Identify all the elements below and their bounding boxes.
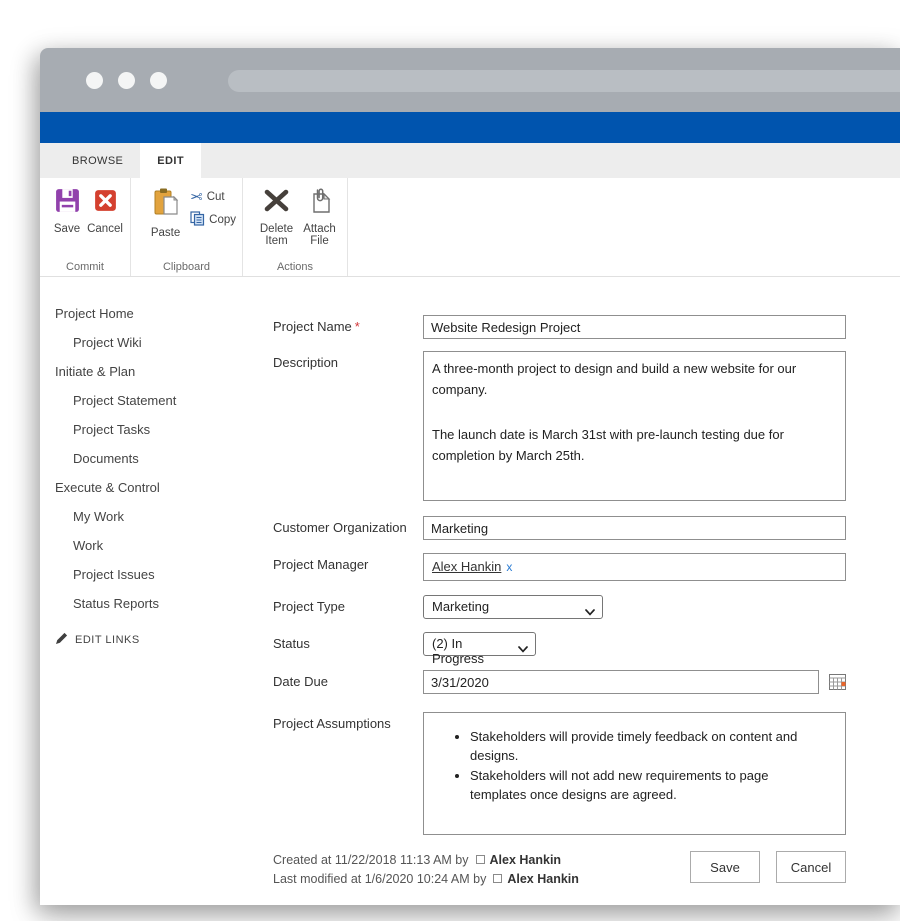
tab-browse[interactable]: BROWSE xyxy=(55,143,140,178)
sidebar-item-project-issues[interactable]: Project Issues xyxy=(55,560,273,589)
presence-icon xyxy=(493,874,502,883)
ribbon-tabstrip: BROWSE EDIT xyxy=(40,143,900,178)
suite-bar xyxy=(40,112,900,143)
project-manager-label: Project Manager xyxy=(273,553,423,572)
paperclip-file-icon xyxy=(307,187,333,219)
description-paragraph: The launch date is March 31st with pre-l… xyxy=(432,424,833,466)
form-cancel-button[interactable]: Cancel xyxy=(776,851,846,883)
cancel-button-label: Cancel xyxy=(87,223,123,235)
form-save-button[interactable]: Save xyxy=(690,851,760,883)
copy-button[interactable]: Copy xyxy=(190,211,236,228)
date-due-input[interactable] xyxy=(423,670,819,694)
customer-organization-label: Customer Organization xyxy=(273,516,423,535)
delete-item-button[interactable]: Delete Item xyxy=(255,183,298,247)
save-floppy-icon xyxy=(54,187,81,219)
chevron-down-icon xyxy=(585,604,595,619)
browser-chrome xyxy=(40,48,900,112)
created-by-user[interactable]: Alex Hankin xyxy=(490,853,562,867)
description-paragraph: A three-month project to design and buil… xyxy=(432,358,833,400)
cancel-button[interactable]: Cancel xyxy=(86,183,124,235)
status-value: (2) In Progress xyxy=(432,636,484,666)
edit-form: Project Name* Description A three-month … xyxy=(273,277,846,905)
sidebar-nav: Project Home Project Wiki Initiate & Pla… xyxy=(40,277,273,905)
cancel-x-icon xyxy=(92,187,119,219)
ribbon-group-clipboard: Paste ✂ Cut Copy xyxy=(131,178,243,276)
sidebar-item-project-statement[interactable]: Project Statement xyxy=(55,386,273,415)
chevron-down-icon xyxy=(518,641,528,656)
cut-button-label: Cut xyxy=(207,191,225,203)
customer-organization-input[interactable] xyxy=(423,516,846,540)
group-label-commit: Commit xyxy=(40,261,130,273)
sidebar-item-project-wiki[interactable]: Project Wiki xyxy=(55,328,273,357)
paste-clipboard-icon xyxy=(151,187,181,223)
sidebar-item-initiate-plan[interactable]: Initiate & Plan xyxy=(55,357,273,386)
group-label-clipboard: Clipboard xyxy=(131,261,242,273)
project-name-input[interactable] xyxy=(423,315,846,339)
calendar-icon[interactable] xyxy=(829,674,846,690)
window-dot-icon xyxy=(86,72,103,89)
copy-button-label: Copy xyxy=(209,214,236,226)
project-name-label: Project Name* xyxy=(273,315,423,334)
address-bar[interactable] xyxy=(228,70,900,92)
created-line: Created at 11/22/2018 11:13 AM byAlex Ha… xyxy=(273,851,579,870)
date-due-label: Date Due xyxy=(273,670,423,689)
status-select[interactable]: (2) In Progress xyxy=(423,632,536,656)
edit-links-label: EDIT LINKS xyxy=(75,634,140,646)
browser-window: BROWSE EDIT Save xyxy=(40,48,900,905)
modified-by-user[interactable]: Alex Hankin xyxy=(507,872,579,886)
sidebar-item-work[interactable]: Work xyxy=(55,531,273,560)
ribbon-group-actions: Delete Item Attach File Actions xyxy=(243,178,348,276)
save-button[interactable]: Save xyxy=(48,183,86,235)
window-dot-icon xyxy=(150,72,167,89)
delete-item-label: Delete Item xyxy=(260,223,293,247)
paste-button-label: Paste xyxy=(151,227,180,239)
save-button-label: Save xyxy=(54,223,80,235)
assumption-item: Stakeholders will provide timely feedbac… xyxy=(470,727,817,765)
status-label: Status xyxy=(273,632,423,651)
description-textarea[interactable]: A three-month project to design and buil… xyxy=(423,351,846,501)
description-label: Description xyxy=(273,351,423,370)
window-dot-icon xyxy=(118,72,135,89)
sidebar-item-execute-control[interactable]: Execute & Control xyxy=(55,473,273,502)
ribbon-group-commit: Save Cancel Commit xyxy=(40,178,131,276)
sidebar-item-my-work[interactable]: My Work xyxy=(55,502,273,531)
required-asterisk: * xyxy=(355,319,360,334)
edit-links-button[interactable]: EDIT LINKS xyxy=(55,632,273,648)
attach-file-label: Attach File xyxy=(303,223,336,247)
paste-button[interactable]: Paste xyxy=(145,183,186,239)
item-metadata: Created at 11/22/2018 11:13 AM byAlex Ha… xyxy=(273,851,579,889)
sidebar-item-project-home[interactable]: Project Home xyxy=(55,299,273,328)
presence-icon xyxy=(476,855,485,864)
main-content: Project Home Project Wiki Initiate & Pla… xyxy=(40,277,900,905)
remove-person-button[interactable]: x xyxy=(506,560,512,574)
delete-x-icon xyxy=(261,187,292,219)
project-type-value: Marketing xyxy=(432,599,489,614)
sidebar-item-status-reports[interactable]: Status Reports xyxy=(55,589,273,618)
attach-file-button[interactable]: Attach File xyxy=(298,183,341,247)
project-assumptions-textarea[interactable]: Stakeholders will provide timely feedbac… xyxy=(423,712,846,835)
project-assumptions-label: Project Assumptions xyxy=(273,712,423,731)
scissors-icon: ✂ xyxy=(190,188,203,206)
sidebar-item-project-tasks[interactable]: Project Tasks xyxy=(55,415,273,444)
assumption-item: Stakeholders will not add new requiremen… xyxy=(470,766,817,804)
sidebar-item-documents[interactable]: Documents xyxy=(55,444,273,473)
project-type-select[interactable]: Marketing xyxy=(423,595,603,619)
tab-edit[interactable]: EDIT xyxy=(140,143,201,178)
copy-pages-icon xyxy=(190,211,205,229)
form-footer: Created at 11/22/2018 11:13 AM byAlex Ha… xyxy=(273,851,846,889)
modified-line: Last modified at 1/6/2020 10:24 AM byAle… xyxy=(273,870,579,889)
pencil-icon xyxy=(55,632,68,648)
project-type-label: Project Type xyxy=(273,595,423,614)
project-manager-picker[interactable]: Alex Hankin x xyxy=(423,553,846,581)
cut-button[interactable]: ✂ Cut xyxy=(190,188,236,205)
group-label-actions: Actions xyxy=(243,261,347,273)
project-manager-link[interactable]: Alex Hankin xyxy=(432,559,501,574)
ribbon: Save Cancel Commit xyxy=(40,178,900,277)
